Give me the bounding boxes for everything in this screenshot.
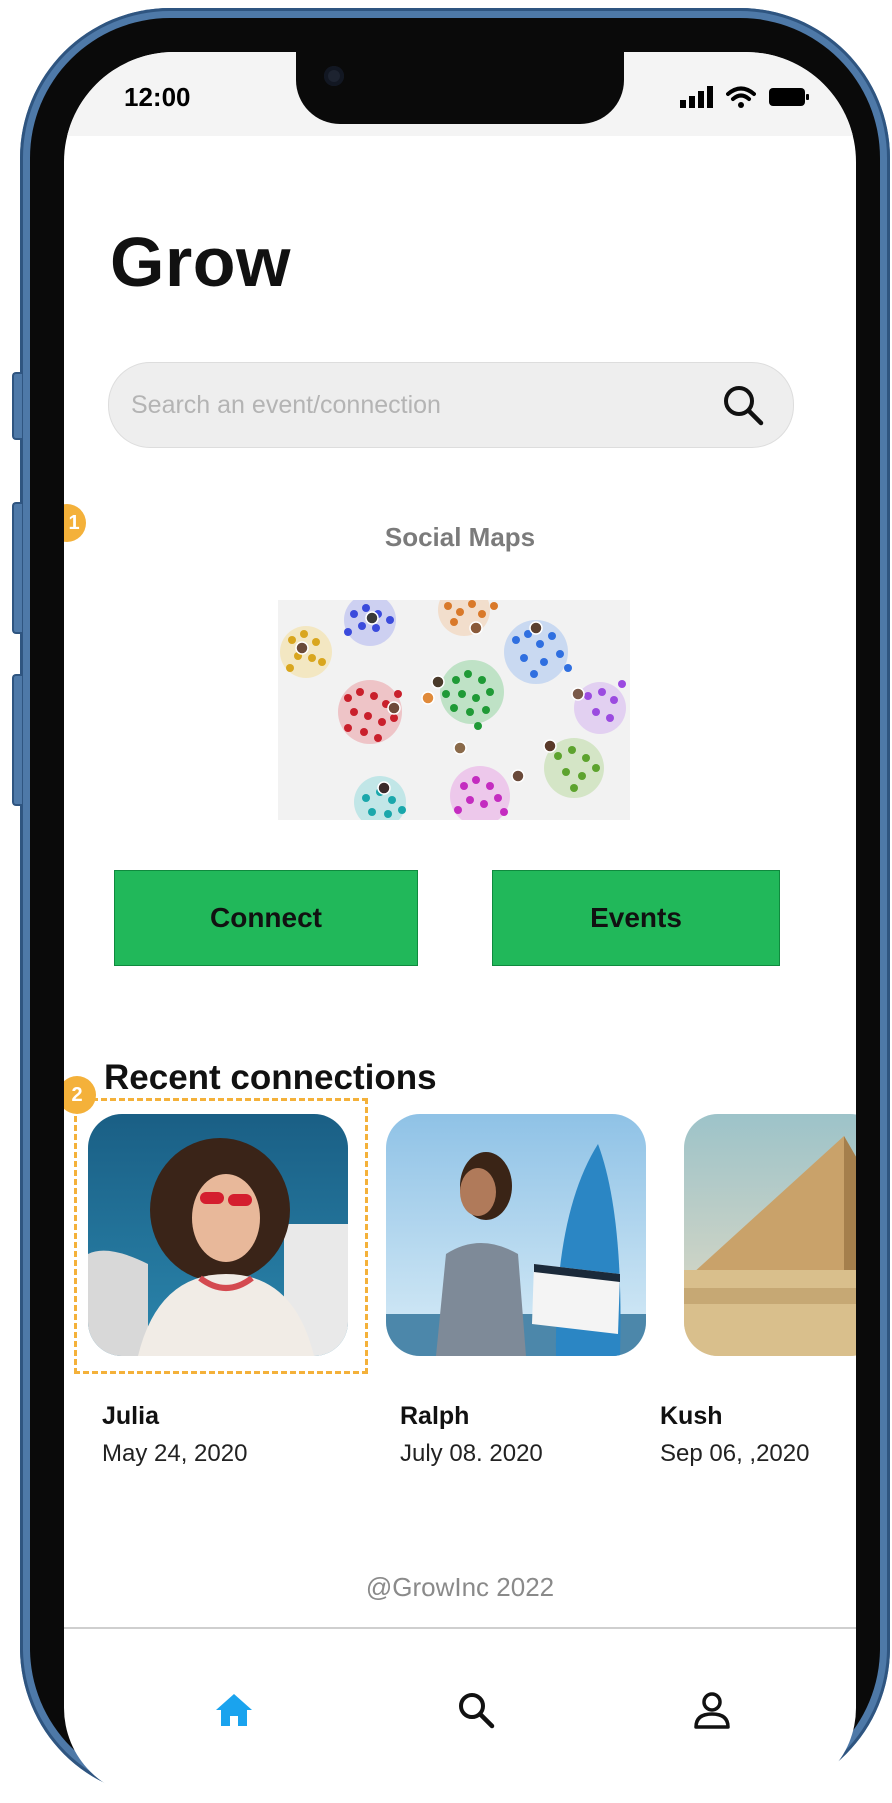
pyramid-image [684,1114,856,1356]
connection-name-ralph: Ralph [400,1402,470,1430]
search-bar[interactable]: Search an event/connection [108,362,794,448]
connection-date-julia: May 24, 2020 [102,1440,248,1467]
portrait-image [88,1114,348,1356]
search-icon[interactable] [721,383,765,427]
side-button-volume-down [12,674,22,806]
signal-icon [680,86,713,108]
events-button[interactable]: Events [492,870,780,966]
status-time: 12:00 [124,82,191,112]
connection-date-ralph: July 08. 2020 [400,1440,543,1467]
social-maps-label: Social Maps [384,522,536,552]
side-button-silent [12,372,22,440]
battery-icon [769,88,809,106]
network-cluster-graph [280,584,626,828]
status-icons [680,86,810,108]
connection-date-kush: Sep 06, ,2020 [660,1440,810,1467]
portrait-image [386,1114,646,1356]
app-screen: 12:00 Grow Search an event/connection 1 … [64,52,856,1798]
search-icon[interactable] [456,1690,496,1730]
tabbar-divider [64,1627,856,1629]
notch [296,52,624,124]
profile-icon[interactable] [692,1690,732,1730]
status-bar: 12:00 [64,52,856,136]
connection-name-kush: Kush [660,1402,723,1430]
home-icon[interactable] [214,1690,254,1730]
recent-connections-heading: Recent connections [104,1058,437,1097]
wifi-icon [726,86,756,108]
front-camera [324,66,344,86]
footer-copyright: @GrowInc 2022 [365,1572,555,1602]
side-button-volume-up [12,502,22,634]
social-map-image[interactable] [278,584,630,828]
connection-photo-ralph[interactable] [386,1114,646,1356]
search-placeholder: Search an event/connection [131,391,441,419]
page-title: Grow [110,223,291,301]
connection-name-julia: Julia [102,1402,159,1430]
connection-photo-kush[interactable] [684,1114,856,1356]
connection-photo-julia[interactable] [88,1114,348,1356]
connect-button[interactable]: Connect [114,870,418,966]
